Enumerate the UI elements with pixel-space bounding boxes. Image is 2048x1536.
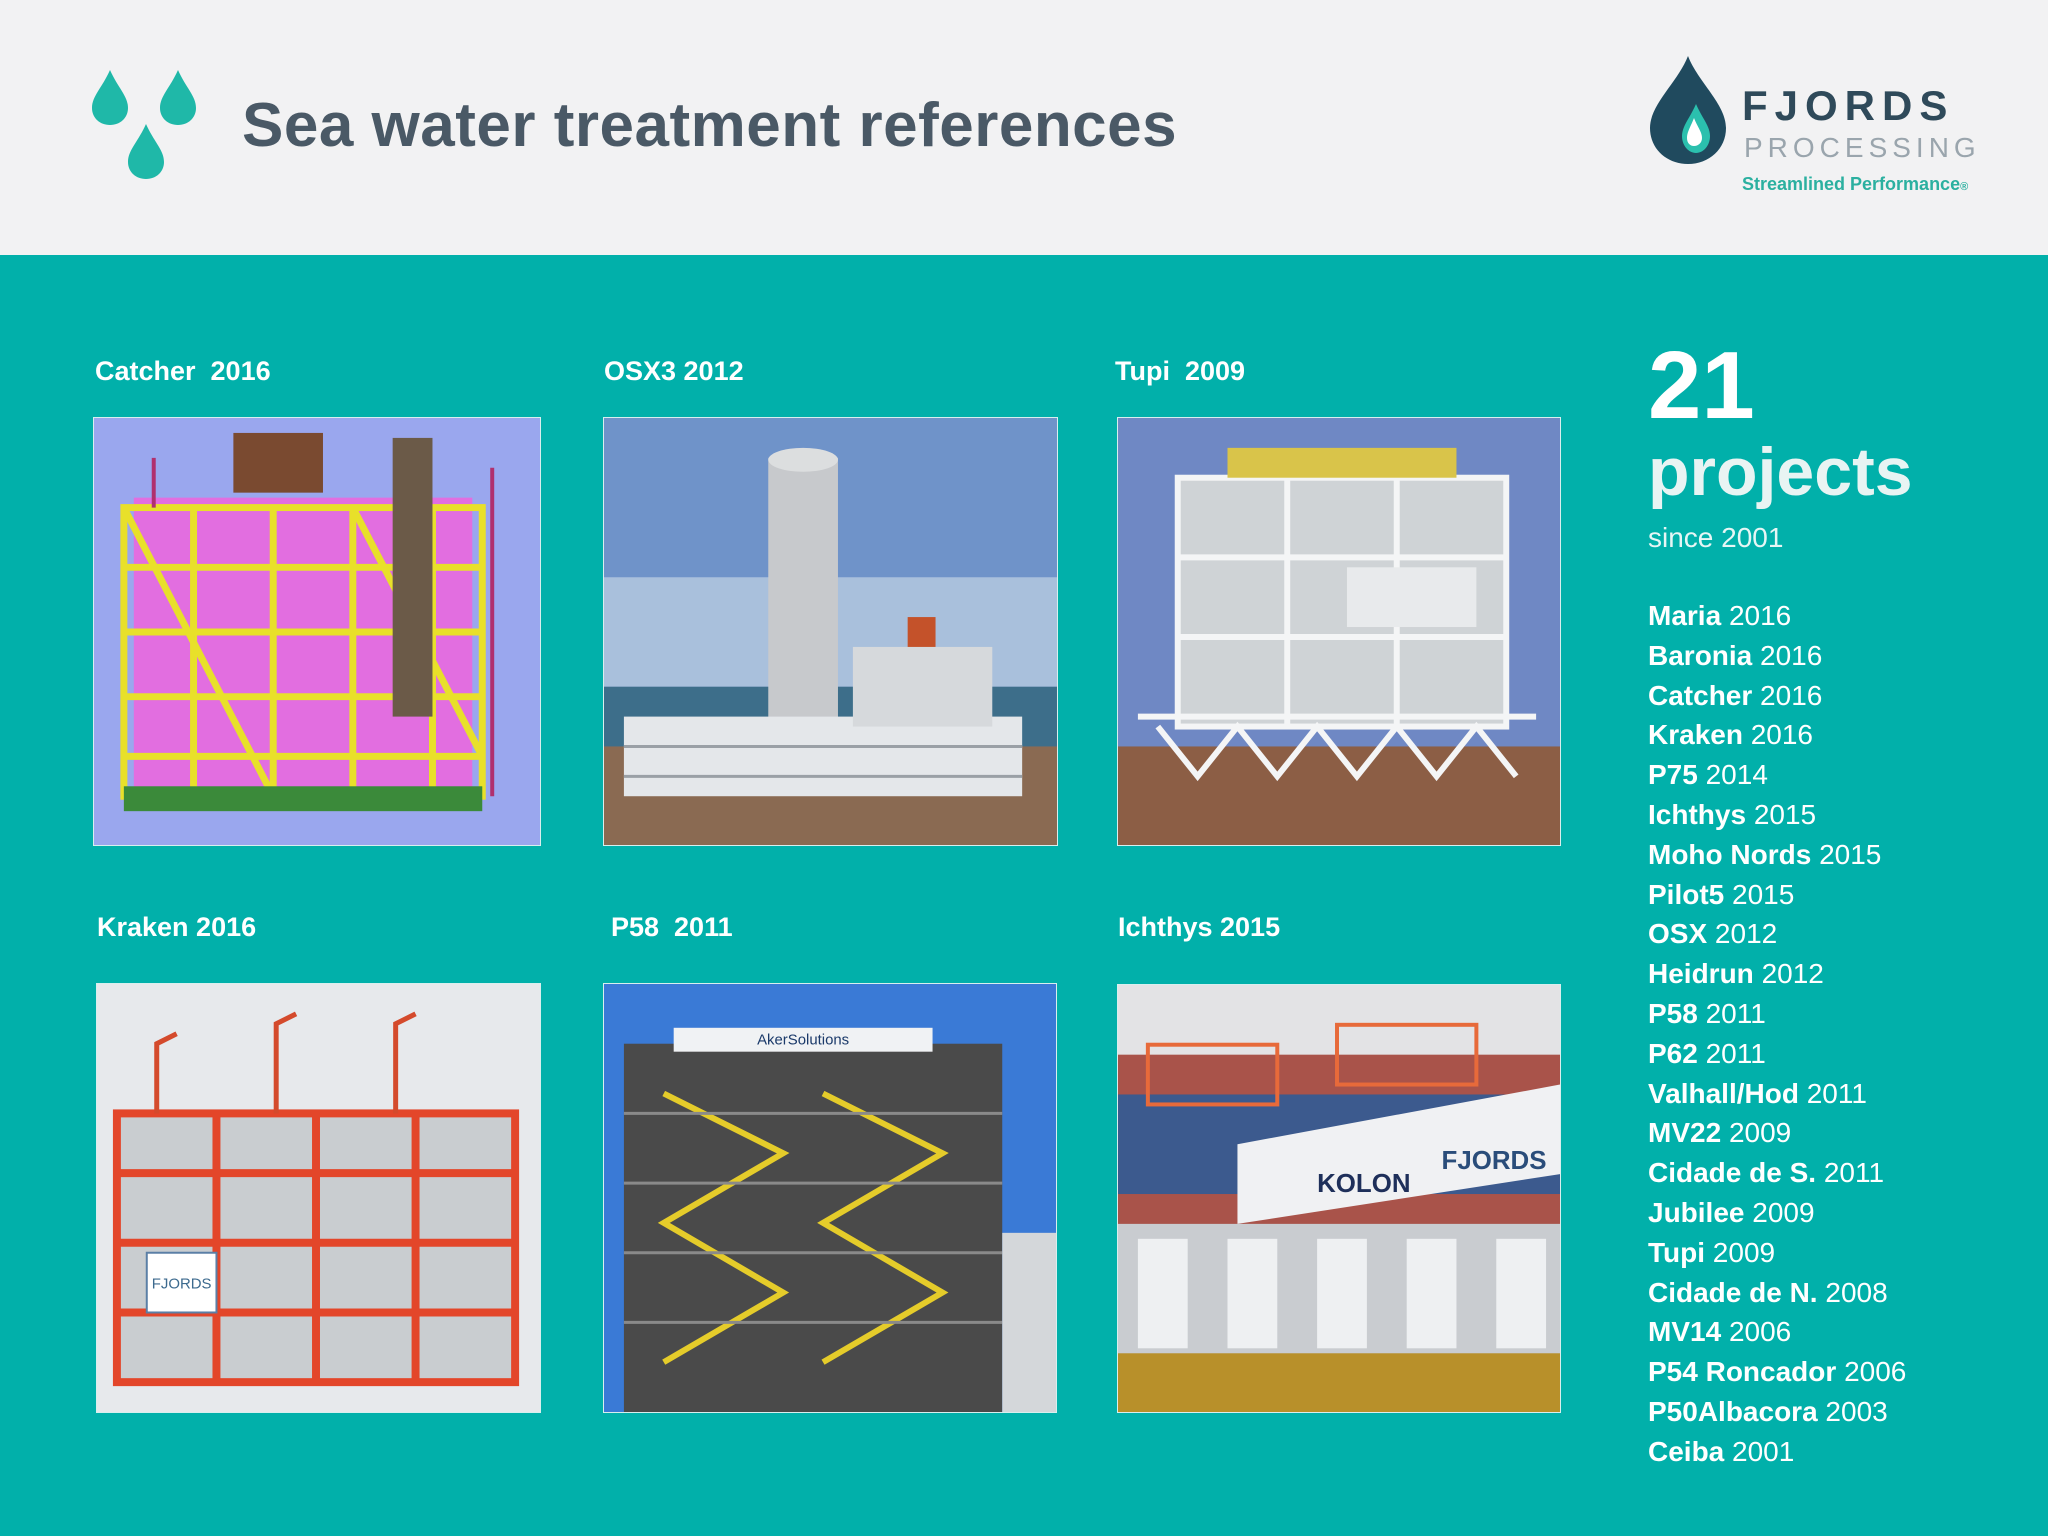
project-list-item: Ceiba 2001 <box>1648 1432 1906 1472</box>
logo-subtitle: PROCESSING <box>1744 132 1981 163</box>
project-list-item: Tupi 2009 <box>1648 1233 1906 1273</box>
photo-osx3 <box>603 417 1058 846</box>
logo-tagline: Streamlined Performance® <box>1742 174 1969 194</box>
project-name: Heidrun <box>1648 958 1754 990</box>
project-name: P62 <box>1648 1037 1698 1069</box>
p58-banner-text: AkerSolutions <box>757 1032 849 1049</box>
card-label-catcher: Catcher 2016 <box>95 356 271 386</box>
project-list-item: Cidade de S. 2011 <box>1648 1153 1906 1193</box>
project-year: 2003 <box>1825 1395 1888 1427</box>
project-list-item: OSX 2012 <box>1648 914 1906 954</box>
slide-header: Sea water treatment references FJORDS PR… <box>0 0 2048 255</box>
ichthys-banner-left-text: KOLON <box>1317 1170 1410 1198</box>
project-year: 2009 <box>1728 1117 1792 1149</box>
project-name: Ceiba <box>1648 1435 1725 1467</box>
photo-tupi <box>1117 417 1561 846</box>
water-drops-icon <box>92 70 196 179</box>
project-name: Ichthys <box>1648 798 1747 830</box>
project-name: MV14 <box>1648 1316 1722 1348</box>
project-name: P75 <box>1648 759 1698 791</box>
project-name: Moho Nords <box>1648 838 1812 870</box>
card-label-kraken: Kraken 2016 <box>97 912 257 942</box>
project-list: Maria 2016 Baronia 2016 Catcher 2016 Kraken… <box>1648 596 1906 1472</box>
project-name: Tupi <box>1648 1236 1706 1268</box>
project-year: 2008 <box>1825 1276 1888 1308</box>
project-year: 2015 <box>1753 798 1817 830</box>
project-name: Baronia <box>1648 639 1753 671</box>
project-year: 2012 <box>1761 958 1824 990</box>
project-year: 2001 <box>1732 1435 1795 1467</box>
photo-catcher <box>93 417 541 846</box>
project-year: 2016 <box>1760 679 1823 711</box>
project-name: P58 <box>1648 997 1698 1029</box>
card-label-tupi: Tupi 2009 <box>1115 356 1246 386</box>
photo-ichthys: KOLON FJORDS <box>1117 984 1561 1413</box>
project-name: P50Albacora <box>1648 1395 1818 1427</box>
project-name: Catcher <box>1648 679 1753 711</box>
project-list-item: Maria 2016 <box>1648 596 1906 636</box>
card-label-osx3: OSX3 2012 <box>604 356 744 386</box>
project-count: 21 <box>1648 332 1755 439</box>
project-list-item: Pilot5 2015 <box>1648 875 1906 915</box>
project-year: 2011 <box>1705 997 1766 1029</box>
project-list-item: P50Albacora 2003 <box>1648 1392 1906 1432</box>
project-year: 2012 <box>1714 918 1778 950</box>
project-list-item: Catcher 2016 <box>1648 676 1906 716</box>
logo-drop-icon <box>1650 56 1726 164</box>
project-list-item: Heidrun 2012 <box>1648 954 1906 994</box>
project-year: 2011 <box>1806 1077 1867 1109</box>
page-title: Sea water treatment references <box>242 91 1178 160</box>
photo-kraken: FJORDS <box>96 983 541 1413</box>
project-year: 2015 <box>1732 878 1795 910</box>
company-logo: FJORDS PROCESSING Streamlined Performanc… <box>1650 52 1980 202</box>
project-list-item: Moho Nords 2015 <box>1648 835 1906 875</box>
project-list-item: Ichthys 2015 <box>1648 795 1906 835</box>
project-list-item: MV14 2006 <box>1648 1312 1906 1352</box>
project-name: Jubilee <box>1648 1196 1745 1228</box>
project-list-item: P75 2014 <box>1648 755 1906 795</box>
project-year: 2016 <box>1750 719 1814 751</box>
card-label-p58: P58 2011 <box>611 912 733 942</box>
project-list-item: Jubilee 2009 <box>1648 1193 1906 1233</box>
project-list-item: Valhall/Hod 2011 <box>1648 1074 1906 1114</box>
project-list-item: P54 Roncador 2006 <box>1648 1352 1906 1392</box>
project-name: Cidade de N. <box>1648 1276 1818 1308</box>
kraken-banner-text: FJORDS <box>152 1276 212 1293</box>
project-name: MV22 <box>1648 1117 1722 1149</box>
project-count-label: projects <box>1648 434 1913 510</box>
project-list-item: Baronia 2016 <box>1648 636 1906 676</box>
project-year: 2006 <box>1728 1316 1792 1348</box>
project-year: 2014 <box>1705 759 1768 791</box>
project-year: 2009 <box>1712 1236 1776 1268</box>
project-name: Kraken <box>1648 719 1743 751</box>
project-year: 2009 <box>1752 1196 1815 1228</box>
project-name: OSX <box>1648 918 1708 950</box>
project-year: 2011 <box>1705 1037 1766 1069</box>
photo-p58: AkerSolutions <box>603 983 1057 1413</box>
project-year: 2006 <box>1844 1356 1907 1388</box>
project-name: Valhall/Hod <box>1648 1077 1799 1109</box>
project-list-item: Cidade de N. 2008 <box>1648 1273 1906 1313</box>
project-list-item: MV22 2009 <box>1648 1113 1906 1153</box>
card-label-ichthys: Ichthys 2015 <box>1118 912 1281 942</box>
project-list-item: P58 2011 <box>1648 994 1906 1034</box>
ichthys-banner-right-text: FJORDS <box>1442 1147 1547 1175</box>
project-year: 2015 <box>1819 838 1882 870</box>
project-year: 2011 <box>1823 1157 1885 1189</box>
project-year: 2016 <box>1760 639 1823 671</box>
project-year: 2016 <box>1728 600 1792 631</box>
project-list-item: Kraken 2016 <box>1648 715 1906 755</box>
logo-wordmark: FJORDS <box>1742 82 1955 129</box>
project-name: P54 Roncador <box>1648 1356 1837 1388</box>
project-since: since 2001 <box>1648 522 1784 553</box>
project-name: Maria <box>1648 600 1722 631</box>
project-name: Pilot5 <box>1648 878 1725 910</box>
project-list-item: P62 2011 <box>1648 1034 1906 1074</box>
project-name: Cidade de S. <box>1648 1157 1817 1189</box>
